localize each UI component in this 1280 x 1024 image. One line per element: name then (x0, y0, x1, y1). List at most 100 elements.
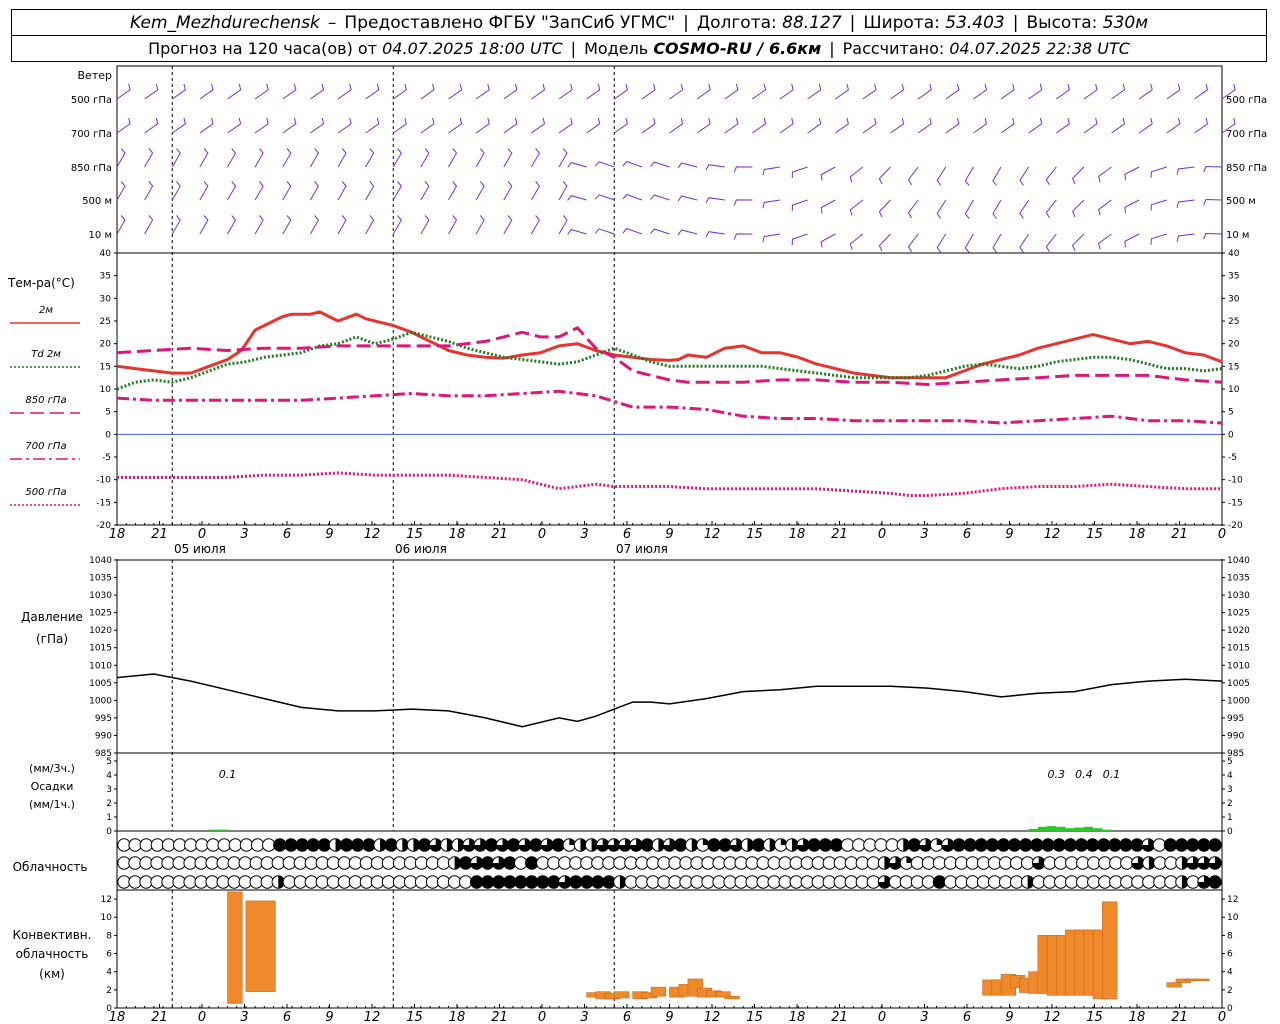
time-tick-label: 6 (283, 527, 291, 542)
temp-ytick-label-right: -20 (1228, 521, 1243, 531)
prec-ytick-label-right: 1 (1227, 813, 1233, 823)
cloud-symbol (918, 838, 933, 852)
precip-bar (1093, 828, 1103, 831)
wind-barb (964, 233, 974, 253)
convective-bar (614, 991, 630, 999)
wind-barb (448, 181, 458, 201)
wind-barb (1072, 199, 1085, 217)
temp-ytick-label-right: -10 (1228, 476, 1243, 486)
conv-ytick-label: 4 (106, 968, 112, 978)
cloud-symbol (328, 838, 343, 852)
cloud-symbol (317, 838, 332, 852)
wind-barb (1028, 83, 1043, 100)
prec-ytick-label: 2 (106, 799, 112, 809)
time-tick-label: 18 (789, 527, 806, 542)
temp-legend-label: 500 гПа (25, 487, 66, 498)
wind-barb (172, 117, 186, 134)
time-tick-label: 6 (623, 527, 631, 542)
temp-legend-label: 850 гПа (25, 395, 66, 406)
wind-barb (171, 215, 181, 235)
wind-barb (1056, 117, 1070, 134)
time-tick-label: 6 (963, 1010, 971, 1024)
wind-barb (762, 233, 781, 243)
temp-ytick-label: 25 (100, 317, 111, 327)
wind-barb (791, 233, 808, 246)
time-tick-label: 15 (406, 527, 423, 542)
cloud-symbol (184, 838, 198, 852)
pres-ytick-label-right: 1010 (1227, 661, 1250, 671)
wind-barb (310, 83, 325, 100)
time-tick-label: 9 (665, 527, 673, 542)
wind-barb (116, 181, 126, 201)
wind-barb (365, 215, 375, 235)
cloud-symbol (1130, 838, 1144, 852)
cloud-symbol (785, 838, 799, 852)
wind-barb (733, 199, 753, 206)
wind-barb (1138, 83, 1153, 100)
wind-barb (752, 83, 767, 100)
wind-barb (586, 117, 601, 134)
convective-bar (724, 995, 740, 1000)
wind-barb (171, 181, 181, 201)
precip-bar (1102, 829, 1112, 831)
wind-barb (835, 117, 849, 134)
cloud-symbol (840, 838, 855, 852)
cloud-symbol (406, 838, 421, 852)
wind-barb (936, 166, 947, 186)
day-label: 07 июля (616, 542, 668, 556)
pres-ytick-label: 1005 (89, 679, 112, 689)
time-tick-label: 12 (1044, 527, 1061, 542)
wind-barb (365, 181, 375, 201)
cloud-symbol (429, 838, 443, 852)
time-tick-label: 6 (963, 527, 971, 542)
meteogram: 18 21 0 3 6 9 12 15 18 21 0 3 6 9 12 15 18 21 0 3 6 9 12 15 18 21… (7, 65, 1267, 1024)
wind-barb (1111, 117, 1126, 134)
cloud-symbol (1186, 838, 1200, 852)
wind-barb (862, 117, 877, 134)
wind-barb (820, 199, 836, 214)
wind-barb (650, 161, 670, 168)
wind-barb (567, 162, 587, 168)
wind-barb (1045, 233, 1057, 253)
wind-barb (503, 148, 513, 168)
wind-barb (820, 166, 836, 181)
cloud-symbol (284, 838, 298, 852)
cloud-symbol (618, 838, 632, 852)
wind-barb (964, 199, 974, 219)
convective-bar (1194, 978, 1210, 982)
cloud-symbol (829, 838, 844, 852)
time-tick-label: 9 (325, 527, 333, 542)
cloud-symbol (295, 838, 309, 852)
wind-barb (762, 166, 781, 176)
wind-barb (558, 148, 568, 168)
cloud-symbol (1197, 838, 1211, 852)
wind-barb (677, 162, 698, 169)
wind-barb (650, 194, 670, 201)
wind-barb (677, 195, 698, 202)
wind-barb (724, 117, 739, 134)
wind-barb (227, 181, 237, 201)
wind-barb (696, 83, 711, 100)
cloud-symbol (985, 838, 1000, 852)
wind-barb (475, 215, 485, 235)
wind-barb (420, 181, 430, 201)
wind-barb (475, 83, 490, 100)
wind-barb (1176, 233, 1195, 242)
wind-barb (448, 117, 463, 134)
time-tick-label: 15 (746, 1010, 763, 1024)
wind-barb (199, 215, 209, 235)
temp-series-line (117, 471, 1222, 497)
time-tick-label: 3 (580, 527, 588, 542)
time-tick-label: 3 (240, 527, 248, 542)
wind-barb (393, 83, 407, 100)
wind-barb (254, 181, 264, 201)
wind-barb (1150, 199, 1167, 211)
wind-barb (420, 83, 435, 100)
wind-barb (1000, 117, 1015, 134)
conv-ytick-label: 0 (106, 1004, 112, 1014)
wind-barb (254, 148, 264, 168)
temp-ytick-label-right: 10 (1228, 385, 1240, 395)
wind-barb (199, 83, 214, 100)
wind-barb (227, 215, 237, 235)
wind-barb (503, 83, 518, 100)
